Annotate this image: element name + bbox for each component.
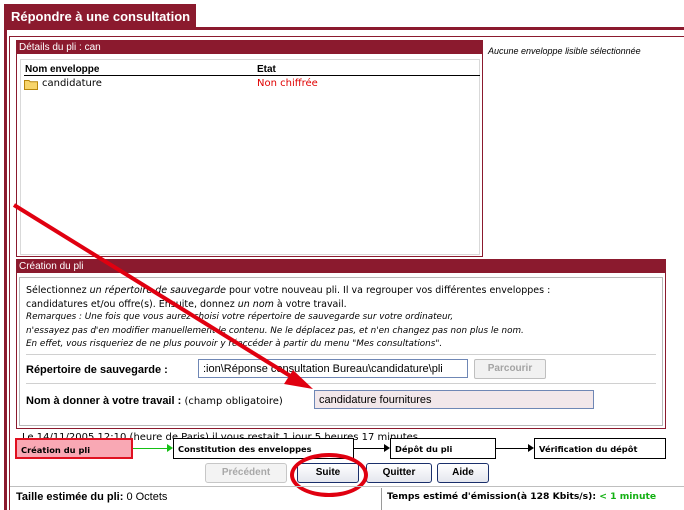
name-label: Nom à donner à votre travail : (champ ob…	[26, 395, 283, 407]
browse-button[interactable]: Parcourir	[474, 359, 546, 379]
work-name-field[interactable]: candidature fournitures	[314, 390, 594, 409]
quit-button[interactable]: Quitter	[366, 463, 432, 483]
window-title-tab: Répondre à une consultation	[4, 4, 196, 28]
step-connector	[496, 448, 528, 449]
creation-instructions: Sélectionnez un répertoire de sauvegarde…	[26, 285, 551, 349]
step-envelopes: Constitution des enveloppes	[173, 438, 354, 459]
window-frame-left	[4, 27, 7, 510]
step-connector	[354, 448, 384, 449]
dir-path-field[interactable]: :ion\Réponse consultation Bureau\candida…	[198, 359, 468, 378]
separator	[26, 354, 656, 355]
column-header-name[interactable]: Nom enveloppe	[25, 64, 99, 75]
dir-label: Répertoire de sauvegarde :	[26, 364, 168, 376]
content-frame-left	[9, 36, 10, 510]
step-creation: Création du pli	[15, 438, 133, 459]
no-envelope-note: Aucune enveloppe lisible sélectionnée	[488, 46, 641, 56]
envelope-row-state: Non chiffrée	[257, 78, 318, 89]
envelope-details-panel: Détails du pli : can Nom enveloppe Etat …	[16, 40, 483, 257]
folder-icon	[24, 80, 38, 90]
creation-header: Création du pli	[17, 260, 665, 273]
window-frame-top	[4, 27, 684, 30]
envelope-row-name[interactable]: candidature	[42, 78, 102, 89]
content-frame-top	[9, 36, 684, 37]
status-divider	[381, 488, 382, 510]
envelope-details-header: Détails du pli : can	[17, 41, 482, 54]
envelope-list[interactable]: Nom enveloppe Etat candidature Non chiff…	[20, 59, 480, 255]
step-connector	[133, 448, 167, 449]
step-deposit: Dépôt du pli	[390, 438, 496, 459]
creation-panel: Création du pli Sélectionnez un répertoi…	[16, 259, 666, 443]
next-button[interactable]: Suite	[297, 463, 359, 483]
previous-button[interactable]: Précédent	[205, 463, 287, 483]
column-header-state[interactable]: Etat	[257, 64, 276, 75]
column-header-divider	[24, 75, 480, 76]
status-separator	[10, 486, 684, 487]
creation-body: Sélectionnez un répertoire de sauvegarde…	[19, 277, 663, 443]
help-button[interactable]: Aide	[437, 463, 489, 483]
estimated-time: Temps estimé d'émission(à 128 Kbits/s): …	[387, 491, 657, 502]
separator	[26, 383, 656, 384]
step-verification: Vérification du dépôt	[534, 438, 666, 459]
estimated-size: Taille estimée du pli: 0 Octets	[16, 491, 168, 503]
